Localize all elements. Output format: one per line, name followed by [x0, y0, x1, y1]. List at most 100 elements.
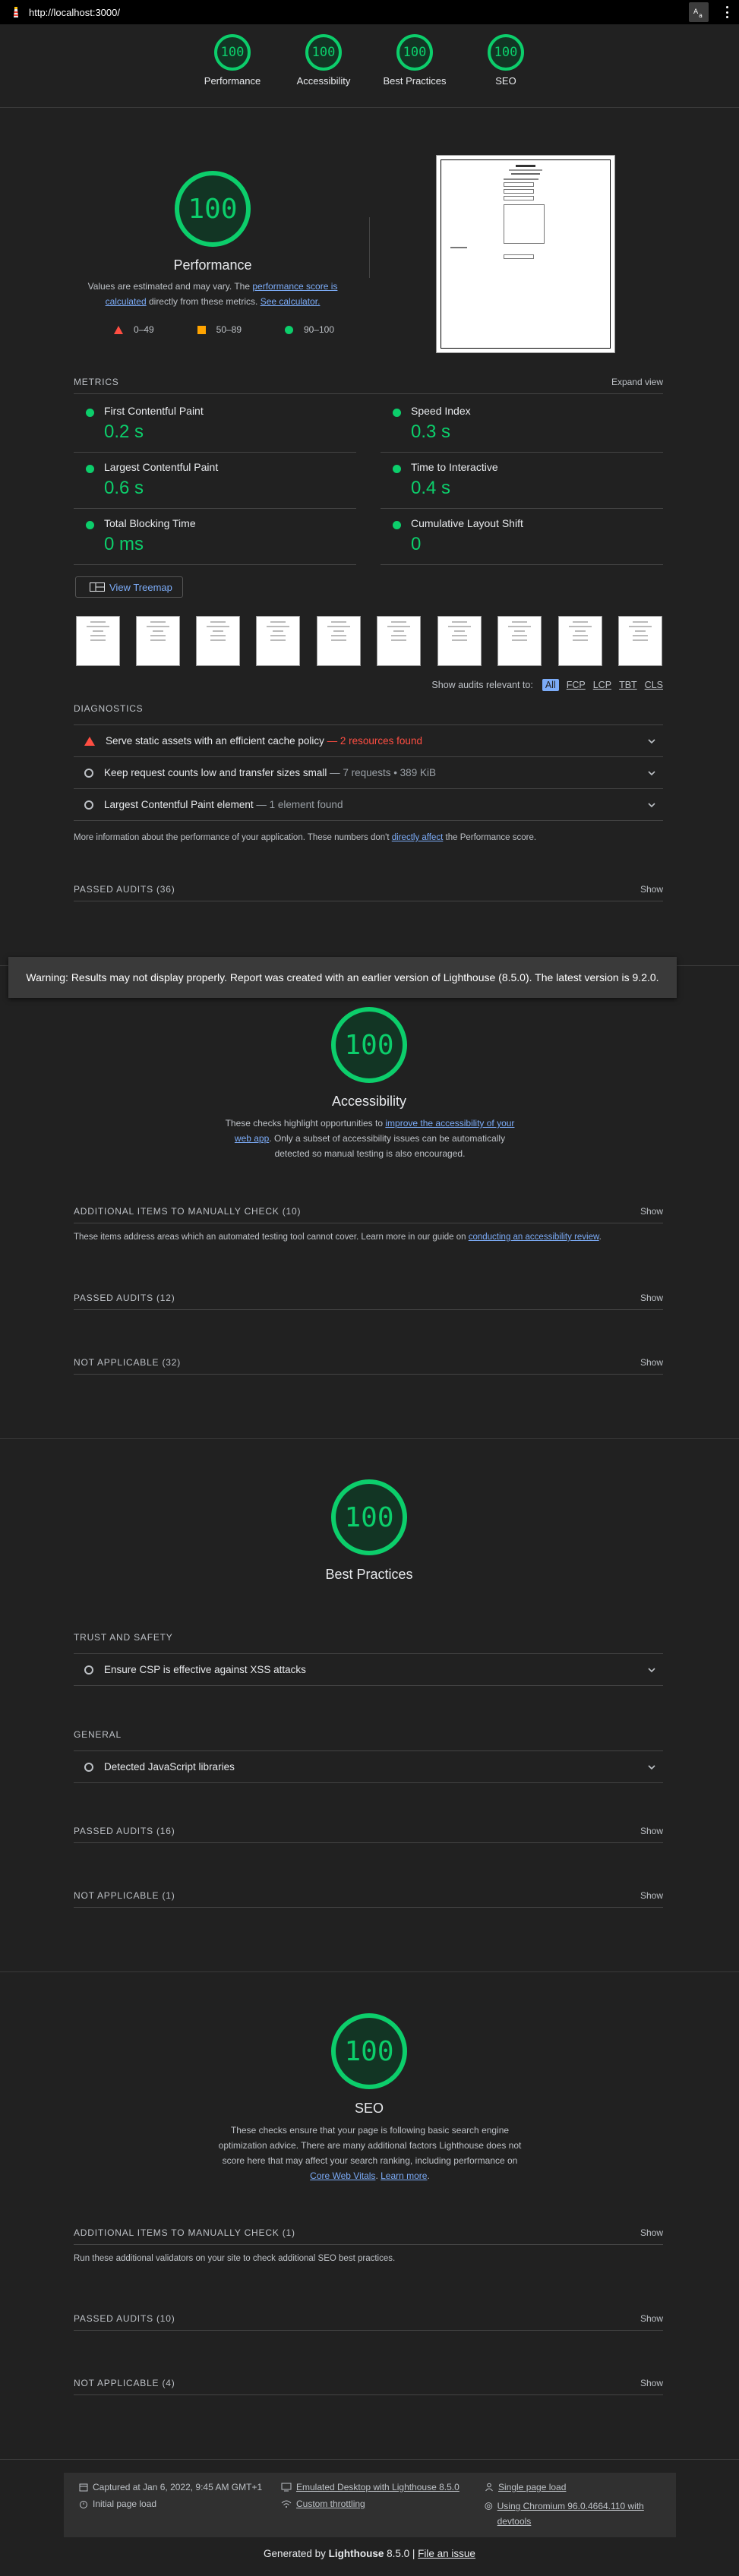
screenshot-frame — [441, 159, 611, 349]
metric-name: Speed Index — [411, 405, 471, 417]
legend-triangle-icon — [114, 325, 123, 334]
filter-label: Show audits relevant to: — [431, 680, 533, 690]
diagnostics-heading: DIAGNOSTICS — [74, 703, 144, 714]
translate-button[interactable]: A a — [689, 2, 709, 22]
summary-label: Performance — [204, 75, 261, 87]
filmstrip-frame — [76, 616, 120, 666]
audit-title: Keep request counts low and transfer siz… — [104, 767, 327, 778]
audit-filter: Show audits relevant to: All FCP LCP TBT… — [380, 679, 663, 691]
desc-text: These checks ensure that your page is fo… — [218, 2125, 522, 2166]
audit-title: Ensure CSP is effective against XSS atta… — [104, 1664, 306, 1675]
performance-gauge: 100 — [175, 171, 251, 247]
metrics-heading: METRICS — [74, 377, 119, 387]
metric-name: Total Blocking Time — [104, 517, 196, 529]
svg-text:a: a — [699, 12, 703, 18]
directly-affect-link[interactable]: directly affect — [392, 833, 444, 842]
accessibility-review-link[interactable]: conducting an accessibility review — [469, 1233, 599, 1242]
file-issue-link[interactable]: File an issue — [418, 2548, 475, 2559]
show-toggle[interactable]: Show — [640, 2313, 663, 2324]
learn-more-link[interactable]: Learn more — [381, 2170, 427, 2181]
audit-js-libraries[interactable]: Detected JavaScript libraries — [74, 1751, 663, 1783]
audit-lcp-element[interactable]: Largest Contentful Paint element — 1 ele… — [74, 789, 663, 821]
diagnostics-group: DIAGNOSTICS Serve static assets with an … — [74, 703, 663, 845]
best-practices-passed-audits[interactable]: PASSED AUDITS (16) Show — [74, 1826, 663, 1843]
view-treemap-button[interactable]: View Treemap — [75, 576, 183, 598]
info-circle-icon — [84, 768, 93, 778]
filmstrip-frame — [317, 616, 361, 666]
env-single-load: Single page load — [485, 2482, 566, 2492]
captured-text: Captured at Jan 6, 2022, 9:45 AM GMT+1 — [93, 2482, 263, 2492]
url-text: http://localhost:3000/ — [29, 6, 120, 18]
audit-request-counts[interactable]: Keep request counts low and transfer siz… — [74, 757, 663, 789]
see-calculator-link[interactable]: See calculator. — [261, 296, 321, 307]
passed-audits-heading: PASSED AUDITS (16) — [74, 1826, 175, 1836]
pass-dot-icon — [393, 465, 401, 473]
metric-value: 0 — [411, 534, 422, 554]
lighthouse-logo-icon — [14, 7, 18, 17]
audit-csp-xss[interactable]: Ensure CSP is effective against XSS atta… — [74, 1654, 663, 1686]
info-circle-icon — [84, 1665, 93, 1675]
summary-label: Accessibility — [296, 75, 351, 87]
summary-score: 100 — [305, 34, 342, 71]
best-practices-not-applicable[interactable]: NOT APPLICABLE (1) Show — [74, 1890, 663, 1908]
legend-average: 50–89 — [197, 324, 242, 335]
accessibility-not-applicable[interactable]: NOT APPLICABLE (32) Show — [74, 1357, 663, 1375]
filter-all[interactable]: All — [542, 679, 559, 691]
chevron-down-icon — [648, 1764, 655, 1769]
desc-text: . — [427, 2170, 430, 2181]
performance-passed-audits[interactable]: PASSED AUDITS (36) Show — [74, 884, 663, 901]
show-toggle[interactable]: Show — [640, 2227, 663, 2238]
pass-dot-icon — [393, 521, 401, 529]
chromium-icon — [485, 2502, 493, 2510]
generated-text: Generated by — [264, 2548, 329, 2559]
env-emulated: Emulated Desktop with Lighthouse 8.5.0 — [281, 2482, 460, 2492]
filmstrip-frame — [497, 616, 542, 666]
section-divider — [0, 1438, 739, 1439]
single-load-link[interactable]: Single page load — [498, 2482, 566, 2492]
audit-title: Largest Contentful Paint element — [104, 799, 254, 810]
show-toggle[interactable]: Show — [640, 884, 663, 895]
metric-tbt: Total Blocking Time 0 ms — [74, 509, 356, 565]
desc-text: These items address areas which an autom… — [74, 1233, 469, 1242]
core-web-vitals-link[interactable]: Core Web Vitals — [310, 2170, 375, 2181]
performance-description: Values are estimated and may vary. The p… — [84, 279, 342, 309]
more-info-text: the Performance score. — [443, 833, 537, 842]
show-toggle[interactable]: Show — [640, 1293, 663, 1303]
desc-text: Values are estimated and may vary. The — [87, 281, 253, 292]
chromium-link[interactable]: Using Chromium 96.0.4664.110 with devtoo… — [497, 2499, 659, 2529]
seo-passed-audits[interactable]: PASSED AUDITS (10) Show — [74, 2313, 663, 2331]
chevron-down-icon — [648, 802, 655, 807]
summary-gauge-seo[interactable]: 100 SEO — [468, 34, 544, 87]
not-applicable-heading: NOT APPLICABLE (32) — [74, 1357, 182, 1368]
show-toggle[interactable]: Show — [640, 1206, 663, 1217]
seo-manual-check[interactable]: ADDITIONAL ITEMS TO MANUALLY CHECK (1) Sh… — [74, 2227, 663, 2266]
show-toggle[interactable]: Show — [640, 1890, 663, 1901]
final-screenshot[interactable] — [436, 155, 615, 353]
legend-range: 50–89 — [216, 324, 242, 335]
summary-gauge-performance[interactable]: 100 Performance — [194, 34, 270, 87]
show-toggle[interactable]: Show — [640, 1357, 663, 1368]
filter-tbt[interactable]: TBT — [619, 680, 637, 690]
filter-fcp[interactable]: FCP — [567, 680, 586, 690]
legend-square-icon — [197, 325, 206, 334]
svg-text:A: A — [693, 8, 699, 16]
more-menu-icon[interactable] — [725, 6, 728, 18]
person-icon — [485, 2483, 493, 2492]
passed-audits-heading: PASSED AUDITS (36) — [74, 884, 175, 895]
show-toggle[interactable]: Show — [640, 2378, 663, 2388]
not-applicable-heading: NOT APPLICABLE (1) — [74, 1890, 175, 1901]
seo-not-applicable[interactable]: NOT APPLICABLE (4) Show — [74, 2378, 663, 2395]
accessibility-passed-audits[interactable]: PASSED AUDITS (12) Show — [74, 1293, 663, 1310]
summary-gauge-best-practices[interactable]: 100 Best Practices — [377, 34, 453, 87]
show-toggle[interactable]: Show — [640, 1826, 663, 1836]
audit-cache-policy[interactable]: Serve static assets with an efficient ca… — [74, 725, 663, 757]
emulated-link[interactable]: Emulated Desktop with Lighthouse 8.5.0 — [296, 2482, 460, 2492]
filter-lcp[interactable]: LCP — [593, 680, 611, 690]
accessibility-manual-check[interactable]: ADDITIONAL ITEMS TO MANUALLY CHECK (10) S… — [74, 1206, 663, 1245]
filter-cls[interactable]: CLS — [645, 680, 663, 690]
expand-view-toggle[interactable]: Expand view — [611, 377, 663, 387]
translate-icon: A a — [693, 8, 703, 18]
summary-gauge-accessibility[interactable]: 100 Accessibility — [286, 34, 362, 87]
throttling-link[interactable]: Custom throttling — [296, 2499, 365, 2509]
filmstrip-frame — [377, 616, 421, 666]
